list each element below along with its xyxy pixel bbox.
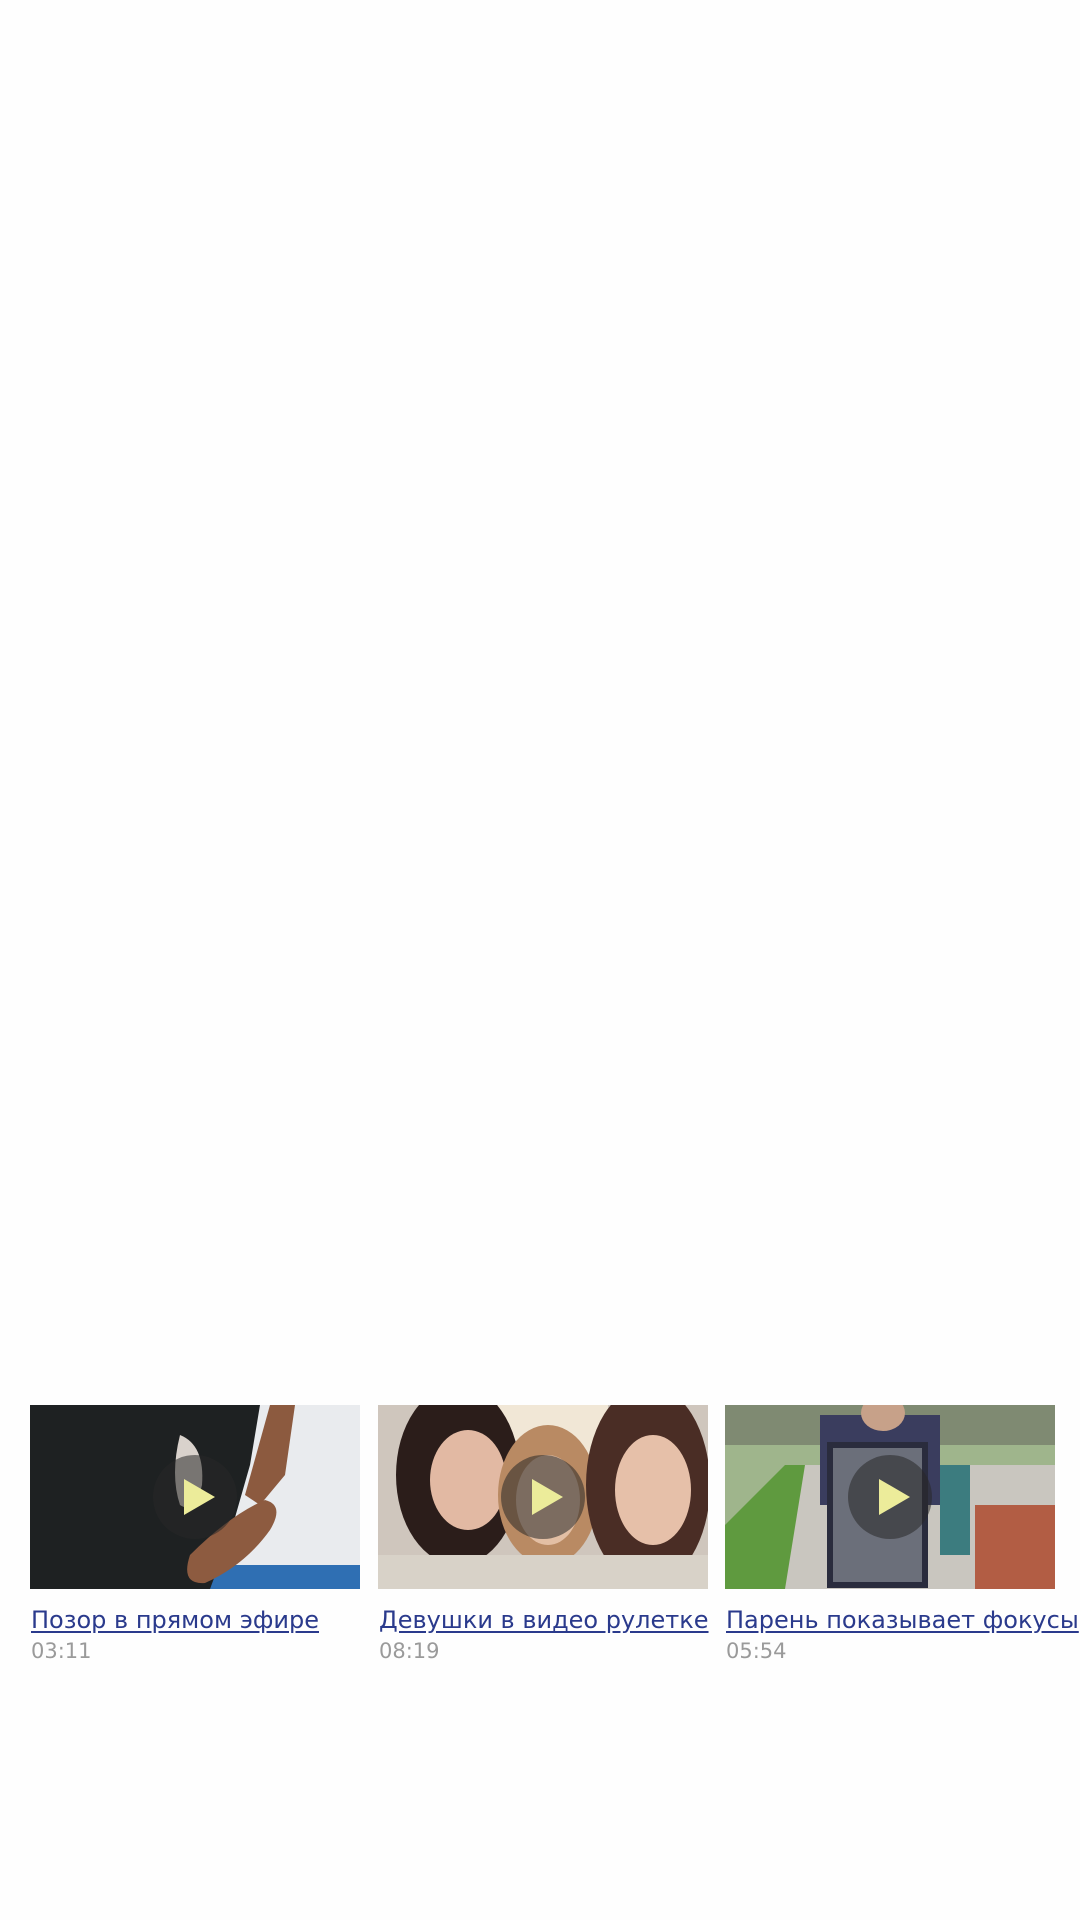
play-icon: [879, 1479, 910, 1515]
play-icon: [184, 1479, 215, 1515]
play-icon: [532, 1479, 563, 1515]
video-duration: 08:19: [379, 1639, 440, 1663]
video-duration: 03:11: [31, 1639, 92, 1663]
video-duration: 05:54: [726, 1639, 787, 1663]
play-button[interactable]: [848, 1455, 932, 1539]
play-button[interactable]: [501, 1455, 585, 1539]
video-thumbnail[interactable]: [30, 1405, 360, 1589]
video-card[interactable]: Девушки в видео рулетке 08:19: [378, 1405, 709, 1664]
video-title-link[interactable]: Девушки в видео рулетке: [379, 1605, 709, 1635]
video-title-link[interactable]: Парень показывает фокусы: [726, 1605, 1079, 1635]
video-thumbnail[interactable]: [378, 1405, 708, 1589]
video-card[interactable]: Позор в прямом эфире 03:11: [30, 1405, 360, 1664]
video-thumbnail[interactable]: [725, 1405, 1055, 1589]
related-videos-grid: Позор в прямом эфире 03:11 Девушки в вид…: [0, 1405, 1080, 1665]
play-button[interactable]: [153, 1455, 237, 1539]
video-title-link[interactable]: Позор в прямом эфире: [31, 1605, 360, 1635]
video-card[interactable]: Парень показывает фокусы 05:54: [725, 1405, 1079, 1664]
